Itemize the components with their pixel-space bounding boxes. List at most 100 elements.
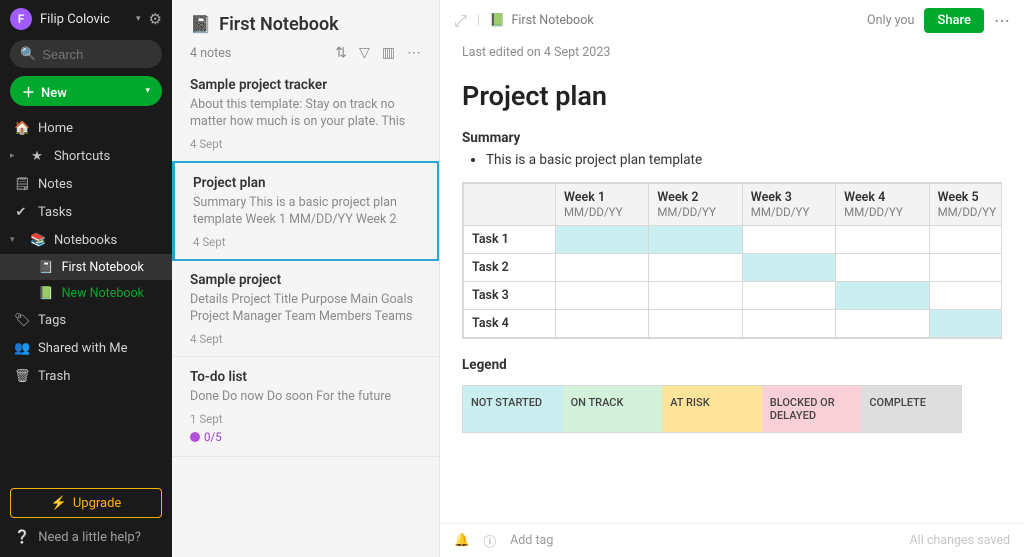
note-icon: 🗒: [14, 177, 28, 192]
table-row[interactable]: Task 4: [464, 310, 1003, 338]
settings-gear-icon[interactable]: ⚙: [149, 10, 162, 28]
plus-notebook-icon: 📗: [38, 286, 54, 301]
nav-label: Home: [38, 121, 73, 136]
people-icon: 👥: [14, 341, 28, 356]
notebook-title: 📓 First Notebook: [190, 14, 421, 35]
notebook-icon: 📗: [490, 13, 506, 28]
tag-icon: 🏷: [14, 313, 28, 328]
table-row[interactable]: Task 3: [464, 282, 1003, 310]
notebook-icon: 📓: [190, 15, 211, 35]
add-tag-button[interactable]: Add tag: [510, 533, 553, 548]
page-title[interactable]: Project plan: [462, 80, 1002, 112]
chevron-right-icon: ▸: [10, 151, 20, 161]
editor-footer: 🔔 ⓘ Add tag All changes saved: [440, 523, 1024, 557]
chevron-down-icon: ▾: [136, 14, 141, 24]
trash-icon: 🗑: [14, 369, 28, 384]
notebook-icon: 📓: [38, 260, 54, 275]
note-title: Project plan: [193, 175, 419, 191]
nav-notebooks[interactable]: ▾ 📚 Notebooks: [0, 226, 172, 254]
note-list-item[interactable]: Sample project Details Project Title Pur…: [172, 260, 439, 357]
new-button[interactable]: ＋New ▾: [10, 76, 162, 106]
last-edited: Last edited on 4 Sept 2023: [440, 41, 1024, 60]
note-list-item[interactable]: To-do list Done Do now Do soon For the f…: [172, 357, 439, 457]
breadcrumb[interactable]: 📗 First Notebook: [490, 13, 594, 28]
section-heading-legend: Legend: [462, 357, 1002, 373]
avatar: F: [10, 8, 32, 30]
section-heading-summary: Summary: [462, 130, 1002, 146]
plan-table: Week 1MM/DD/YY Week 2MM/DD/YY Week 3MM/D…: [463, 183, 1002, 338]
nav-label: Tags: [38, 313, 66, 328]
note-preview: Done Do now Do soon For the future: [190, 389, 421, 406]
legend-not-started: NOT STARTED: [463, 386, 563, 432]
note-preview: About this template: Stay on track no ma…: [190, 97, 421, 131]
home-icon: 🏠: [14, 121, 28, 136]
legend-at-risk: AT RISK: [662, 386, 762, 432]
legend-complete: COMPLETE: [861, 386, 961, 432]
note-list-item[interactable]: Sample project tracker About this templa…: [172, 65, 439, 162]
summary-bullet: This is a basic project plan template: [486, 152, 1002, 168]
nav-tags[interactable]: 🏷 Tags: [0, 306, 172, 334]
account-switcher[interactable]: F Filip Colovic ▾ ⚙: [0, 0, 172, 36]
sidebar-search[interactable]: 🔍: [10, 40, 162, 68]
save-status: All changes saved: [910, 533, 1010, 548]
share-button[interactable]: Share: [924, 8, 984, 33]
expand-icon[interactable]: ⤢: [454, 11, 467, 31]
note-editor: ⤢ | 📗 First Notebook Only you Share ⋯ La…: [440, 0, 1024, 557]
note-date: 4 Sept: [190, 332, 421, 346]
visibility-label: Only you: [867, 13, 914, 28]
help-label: Need a little help?: [38, 530, 141, 545]
nav-label: Tasks: [38, 205, 72, 220]
star-icon: ★: [30, 149, 44, 164]
note-list-item-selected[interactable]: Project plan Summary This is a basic pro…: [172, 161, 439, 261]
legend-blocked: BLOCKED OR DELAYED: [762, 386, 862, 432]
search-input[interactable]: [42, 47, 152, 62]
more-icon[interactable]: ⋯: [407, 45, 421, 61]
note-preview: Details Project Title Purpose Main Goals…: [190, 292, 421, 326]
nav-shortcuts[interactable]: ▸ ★ Shortcuts: [0, 142, 172, 170]
nav-label: Shortcuts: [54, 149, 110, 164]
upgrade-button[interactable]: ⚡ Upgrade: [10, 488, 162, 518]
user-name: Filip Colovic: [40, 12, 132, 27]
note-date: 4 Sept: [190, 137, 421, 151]
nav-label: Trash: [38, 369, 70, 384]
help-icon: ❔: [14, 530, 30, 545]
info-icon[interactable]: ⓘ: [484, 531, 497, 550]
note-title: Sample project tracker: [190, 77, 421, 93]
help-link[interactable]: ❔ Need a little help?: [0, 530, 172, 557]
notebook-icon: 📚: [30, 233, 44, 248]
note-preview: Summary This is a basic project plan tem…: [193, 195, 419, 229]
legend: NOT STARTED ON TRACK AT RISK BLOCKED OR …: [462, 385, 962, 433]
sort-icon[interactable]: ⇅: [335, 45, 347, 61]
nav-label: Shared with Me: [38, 341, 128, 356]
upgrade-label: Upgrade: [73, 496, 121, 511]
tasks-icon: ✔: [14, 205, 28, 220]
filter-icon[interactable]: ▽: [359, 45, 370, 61]
nav-label: Notes: [38, 177, 73, 192]
editor-toolbar: ⤢ | 📗 First Notebook Only you Share ⋯: [440, 0, 1024, 41]
view-icon[interactable]: ▥: [382, 45, 395, 61]
note-date: 4 Sept: [193, 235, 419, 249]
reminder-icon[interactable]: 🔔: [454, 533, 470, 548]
nav-notes[interactable]: 🗒 Notes: [0, 170, 172, 198]
notebook-item-first[interactable]: 📓 First Notebook: [0, 254, 172, 280]
nav-trash[interactable]: 🗑 Trash: [0, 362, 172, 390]
notes-list-panel: 📓 First Notebook 4 notes ⇅ ▽ ▥ ⋯ Sample …: [172, 0, 440, 557]
notebook-label: New Notebook: [62, 286, 144, 301]
chevron-down-icon: ▾: [145, 86, 150, 96]
nav-tasks[interactable]: ✔ Tasks: [0, 198, 172, 226]
plan-table-wrapper[interactable]: Week 1MM/DD/YY Week 2MM/DD/YY Week 3MM/D…: [462, 182, 1002, 339]
task-progress-badge: 0/5: [190, 430, 222, 444]
progress-dot-icon: [190, 432, 200, 442]
nav-shared[interactable]: 👥 Shared with Me: [0, 334, 172, 362]
note-date: 1 Sept: [190, 412, 421, 426]
notebook-item-new[interactable]: 📗 New Notebook: [0, 280, 172, 306]
notebook-label: First Notebook: [62, 260, 144, 275]
nav-label: Notebooks: [54, 233, 117, 248]
more-icon[interactable]: ⋯: [994, 11, 1010, 30]
table-row[interactable]: Task 2: [464, 254, 1003, 282]
editor-body[interactable]: Project plan Summary This is a basic pro…: [440, 60, 1024, 433]
sidebar: F Filip Colovic ▾ ⚙ 🔍 ＋New ▾ 🏠 Home ▸ ★ …: [0, 0, 172, 557]
table-row[interactable]: Task 1: [464, 226, 1003, 254]
nav-home[interactable]: 🏠 Home: [0, 114, 172, 142]
note-title: To-do list: [190, 369, 421, 385]
